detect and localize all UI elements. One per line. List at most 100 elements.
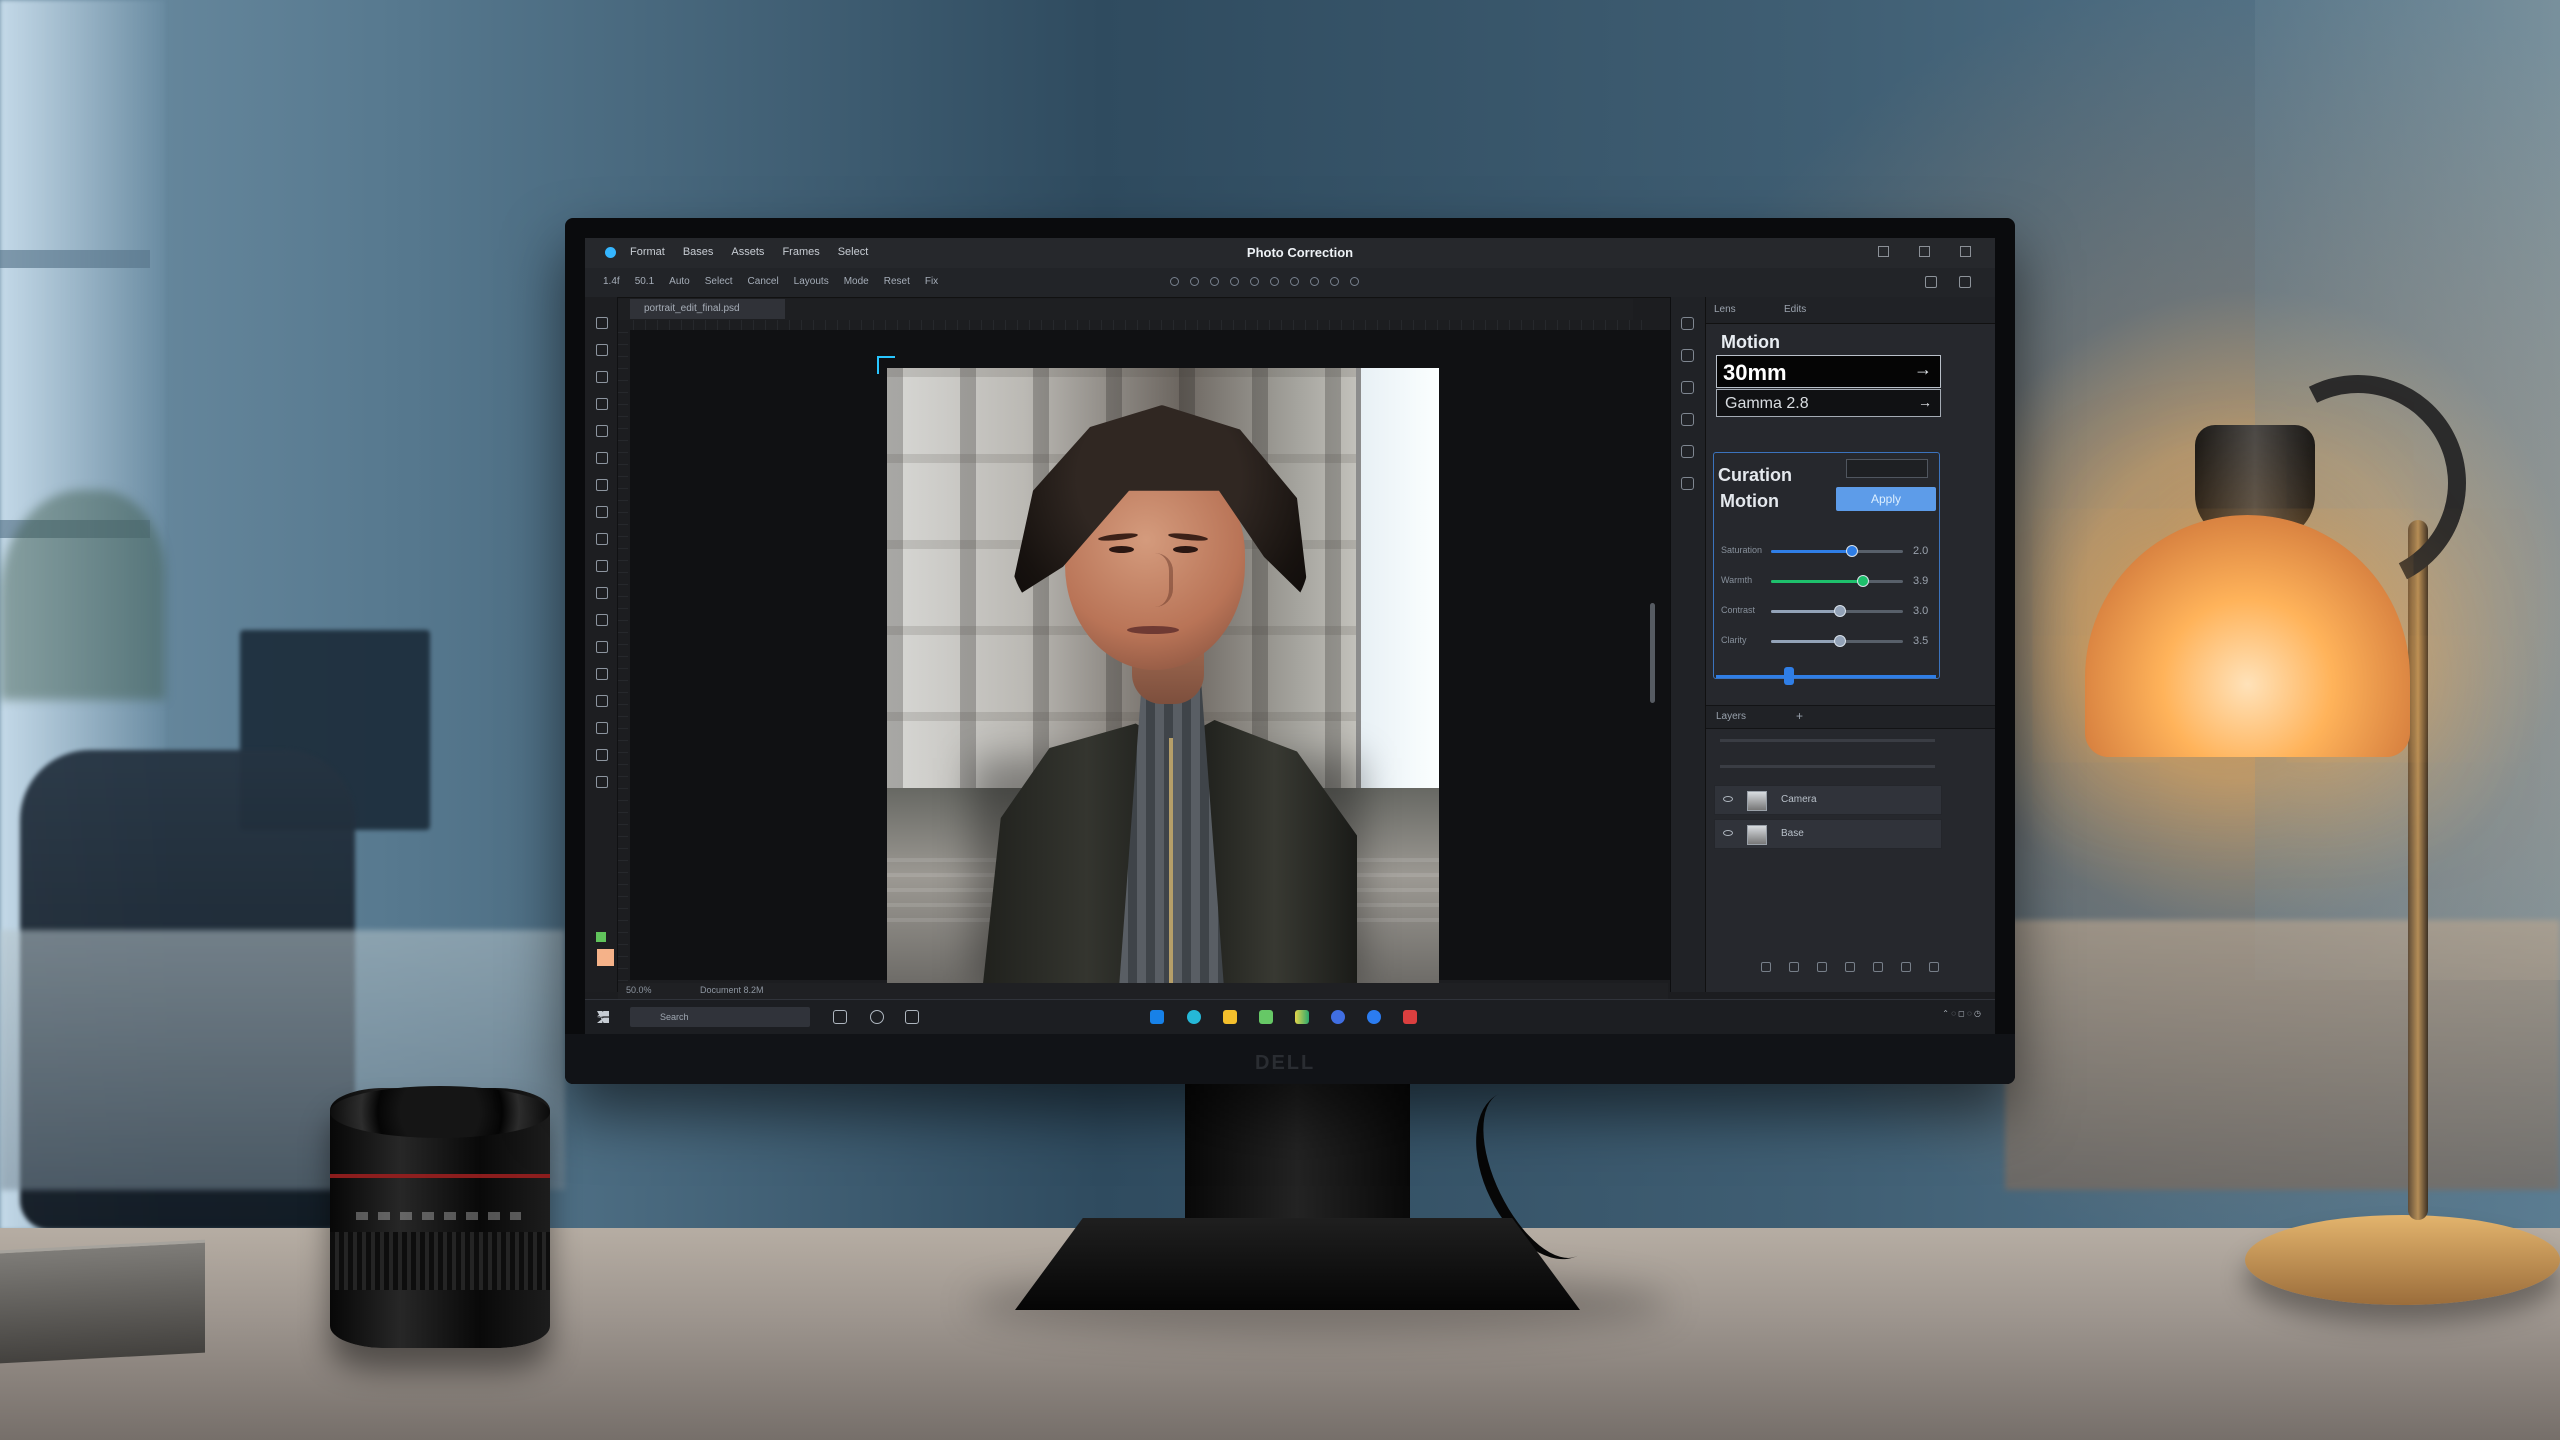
share-icon[interactable] bbox=[1959, 276, 1971, 288]
path-tool-icon[interactable] bbox=[596, 695, 608, 707]
zoom-tool-icon[interactable] bbox=[596, 776, 608, 788]
toolbar-option[interactable]: Layouts bbox=[794, 276, 829, 287]
toolbar-option[interactable]: Mode bbox=[844, 276, 869, 287]
folder-icon[interactable] bbox=[1223, 1010, 1237, 1024]
adjustment-layer-icon[interactable] bbox=[1845, 962, 1855, 972]
toolbar-option[interactable]: Fix bbox=[925, 276, 938, 287]
photos-icon[interactable] bbox=[1295, 1010, 1309, 1024]
toolbar-option[interactable]: 50.1 bbox=[635, 276, 654, 287]
media-icon[interactable] bbox=[1403, 1010, 1417, 1024]
adjustments-icon[interactable] bbox=[1681, 349, 1694, 362]
document-tab[interactable]: portrait_edit_final.psd bbox=[630, 299, 785, 319]
app-icon[interactable] bbox=[1150, 1010, 1164, 1024]
tool-icon[interactable] bbox=[1290, 277, 1299, 286]
windows-start-icon[interactable] bbox=[597, 1011, 609, 1023]
slider-track[interactable] bbox=[1771, 575, 1903, 587]
menu-item-bases[interactable]: Bases bbox=[683, 246, 714, 258]
vertical-scrollbar-thumb[interactable] bbox=[1650, 603, 1655, 703]
slider-handle[interactable] bbox=[1834, 635, 1846, 647]
workspace-icon[interactable] bbox=[1925, 276, 1937, 288]
layer-opacity-bar[interactable] bbox=[1720, 739, 1935, 742]
blue-range-handle[interactable] bbox=[1784, 667, 1794, 685]
toolbar-option[interactable]: Reset bbox=[884, 276, 910, 287]
text-tool-icon[interactable] bbox=[596, 668, 608, 680]
shape-tool-icon[interactable] bbox=[596, 722, 608, 734]
marquee-tool-icon[interactable] bbox=[596, 344, 608, 356]
tool-icon[interactable] bbox=[1190, 277, 1199, 286]
tool-icon[interactable] bbox=[1210, 277, 1219, 286]
browser-icon[interactable] bbox=[1187, 1010, 1201, 1024]
menu-item-format[interactable]: Format bbox=[630, 246, 665, 258]
tool-icon[interactable] bbox=[1270, 277, 1279, 286]
spreadsheet-icon[interactable] bbox=[1259, 1010, 1273, 1024]
tool-icon[interactable] bbox=[1170, 277, 1179, 286]
slider-track[interactable] bbox=[1771, 545, 1903, 557]
folder-icon[interactable] bbox=[1873, 962, 1883, 972]
aperture-field[interactable]: Gamma 2.8 → bbox=[1716, 389, 1941, 417]
eraser-tool-icon[interactable] bbox=[596, 533, 608, 545]
maximize-icon[interactable] bbox=[1919, 246, 1930, 257]
arrow-right-icon[interactable]: → bbox=[1918, 394, 1932, 410]
tool-icon[interactable] bbox=[1250, 277, 1259, 286]
toolbar-option[interactable]: Auto bbox=[669, 276, 690, 287]
arrow-right-icon[interactable]: → bbox=[1914, 359, 1932, 380]
layer-fill-bar[interactable] bbox=[1720, 765, 1935, 768]
move-tool-icon[interactable] bbox=[596, 317, 608, 329]
portrait-photo-canvas[interactable] bbox=[887, 368, 1439, 985]
menu-item-frames[interactable]: Frames bbox=[782, 246, 819, 258]
fx-icon[interactable] bbox=[1789, 962, 1799, 972]
task-view-icon[interactable] bbox=[833, 1010, 847, 1024]
slider-handle[interactable] bbox=[1846, 545, 1858, 557]
lasso-tool-icon[interactable] bbox=[596, 371, 608, 383]
correction-dropdown[interactable] bbox=[1846, 459, 1928, 478]
slider-track[interactable] bbox=[1771, 635, 1903, 647]
background-color-swatch[interactable] bbox=[597, 949, 614, 966]
blue-range-line[interactable] bbox=[1716, 675, 1936, 678]
tab-lens[interactable]: Lens bbox=[1714, 304, 1736, 315]
apply-button[interactable]: Apply bbox=[1836, 487, 1936, 511]
layer-row-camera[interactable]: Camera bbox=[1714, 785, 1942, 815]
toolbar-option[interactable]: Cancel bbox=[748, 276, 779, 287]
libraries-icon[interactable] bbox=[1681, 445, 1694, 458]
layer-row-base[interactable]: Base bbox=[1714, 819, 1942, 849]
slider-handle[interactable] bbox=[1857, 575, 1869, 587]
brush-tool-icon[interactable] bbox=[596, 479, 608, 491]
healing-tool-icon[interactable] bbox=[596, 452, 608, 464]
slider-handle[interactable] bbox=[1834, 605, 1846, 617]
editor-icon[interactable] bbox=[1367, 1010, 1381, 1024]
visibility-eye-icon[interactable] bbox=[1723, 796, 1733, 802]
clone-tool-icon[interactable] bbox=[596, 506, 608, 518]
blur-tool-icon[interactable] bbox=[596, 587, 608, 599]
add-layer-icon[interactable]: + bbox=[1796, 709, 1803, 723]
slider-track[interactable] bbox=[1771, 605, 1903, 617]
gradient-tool-icon[interactable] bbox=[596, 560, 608, 572]
history-icon[interactable] bbox=[1681, 317, 1694, 330]
chat-icon[interactable] bbox=[905, 1010, 919, 1024]
new-layer-icon[interactable] bbox=[1901, 962, 1911, 972]
tool-icon[interactable] bbox=[1330, 277, 1339, 286]
comments-icon[interactable] bbox=[1681, 477, 1694, 490]
menu-item-select[interactable]: Select bbox=[838, 246, 869, 258]
hand-tool-icon[interactable] bbox=[596, 749, 608, 761]
minimize-icon[interactable] bbox=[1878, 246, 1889, 257]
focal-length-field[interactable]: 30mm → bbox=[1716, 355, 1941, 388]
brush-settings-icon[interactable] bbox=[1681, 413, 1694, 426]
browser-alt-icon[interactable] bbox=[1331, 1010, 1345, 1024]
tool-icon[interactable] bbox=[1350, 277, 1359, 286]
toolbar-option[interactable]: Select bbox=[705, 276, 733, 287]
eyedropper-tool-icon[interactable] bbox=[596, 425, 608, 437]
mask-icon[interactable] bbox=[1817, 962, 1827, 972]
tool-icon[interactable] bbox=[1230, 277, 1239, 286]
pen-tool-icon[interactable] bbox=[596, 641, 608, 653]
link-layer-icon[interactable] bbox=[1761, 962, 1771, 972]
properties-icon[interactable] bbox=[1681, 381, 1694, 394]
widgets-icon[interactable] bbox=[870, 1010, 884, 1024]
close-icon[interactable] bbox=[1960, 246, 1971, 257]
tab-edits[interactable]: Edits bbox=[1784, 304, 1806, 315]
menu-item-assets[interactable]: Assets bbox=[731, 246, 764, 258]
toolbar-option[interactable]: 1.4f bbox=[603, 276, 620, 287]
tool-icon[interactable] bbox=[1310, 277, 1319, 286]
foreground-color-swatch[interactable] bbox=[596, 932, 606, 942]
visibility-eye-icon[interactable] bbox=[1723, 830, 1733, 836]
dodge-tool-icon[interactable] bbox=[596, 614, 608, 626]
